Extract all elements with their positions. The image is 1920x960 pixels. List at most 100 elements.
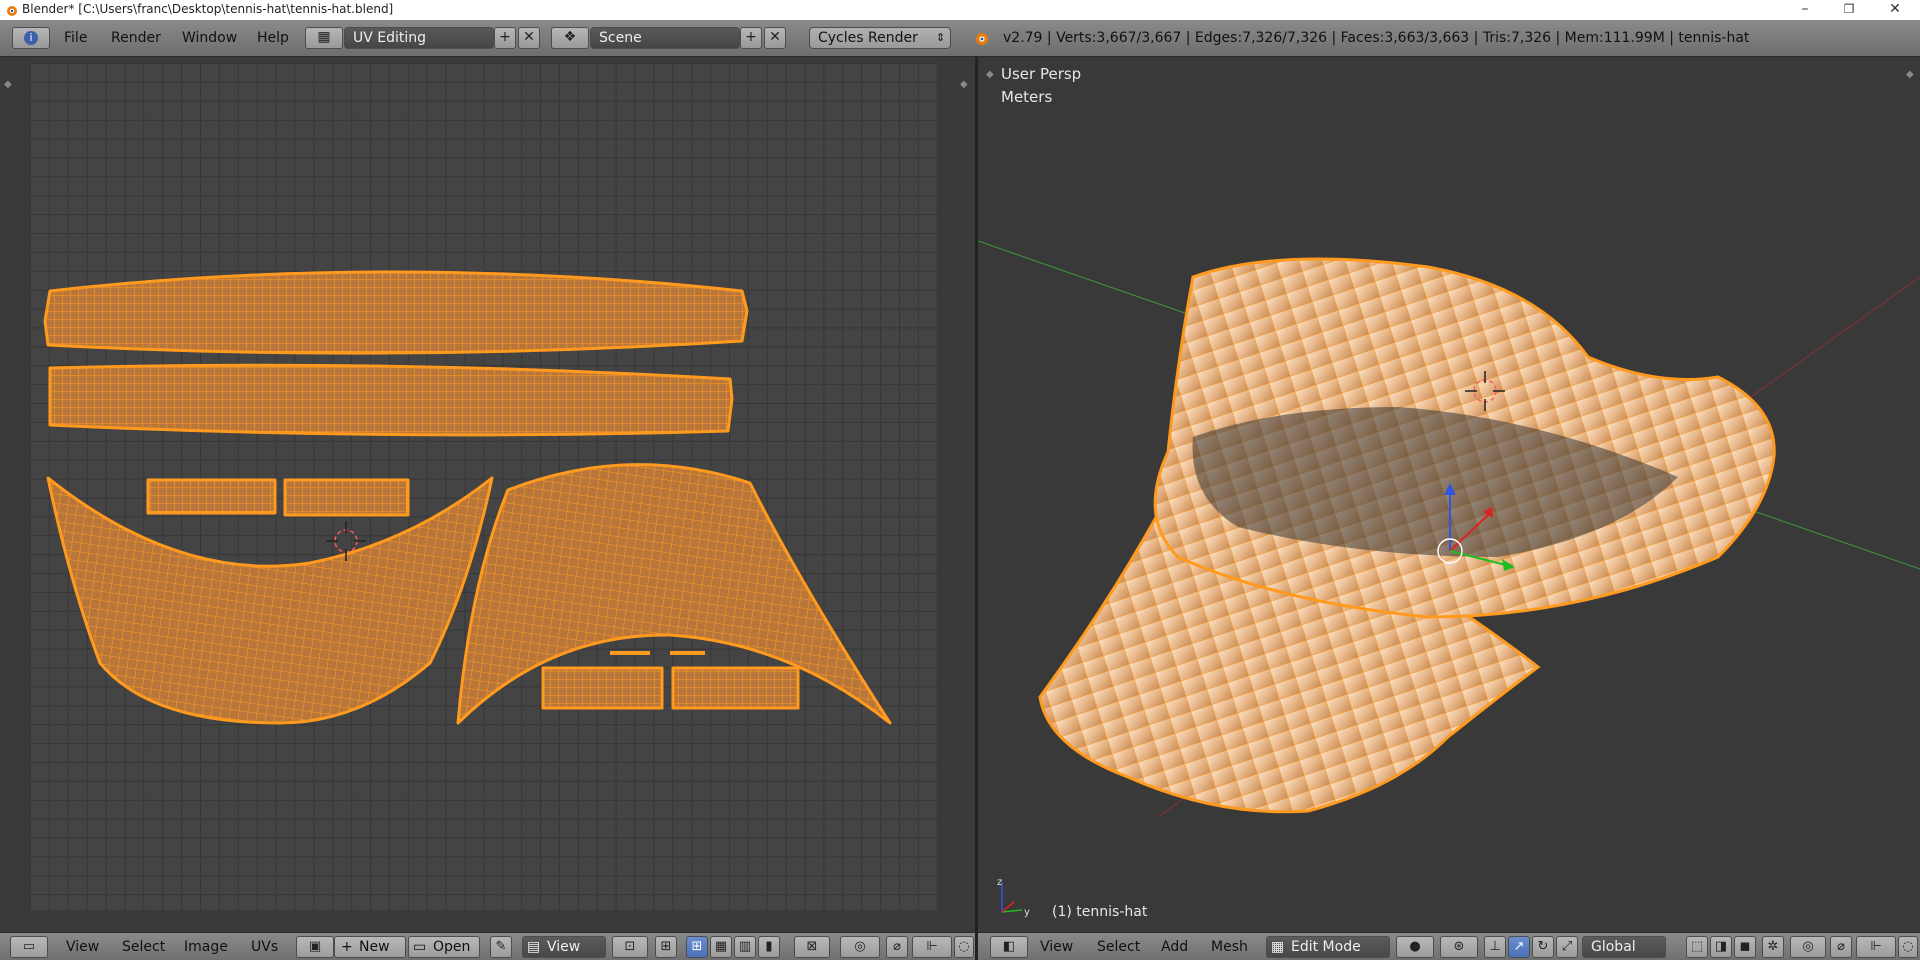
- face-select-icon[interactable]: ▥: [734, 936, 756, 958]
- screen-layout-name: UV Editing: [353, 30, 427, 46]
- render-preview-icon[interactable]: ◌: [1898, 936, 1918, 958]
- uv-island-small-c: [541, 666, 664, 710]
- pivot-icon[interactable]: ⊡: [612, 936, 648, 958]
- face-mode-icon[interactable]: ◼: [1734, 936, 1756, 958]
- sync-selection-icon[interactable]: ⊞: [655, 936, 677, 958]
- 3d-menu-mesh[interactable]: Mesh: [1211, 939, 1248, 955]
- uv-menu-uvs[interactable]: UVs: [251, 939, 278, 955]
- folder-icon: ▭: [413, 939, 427, 955]
- image-browse-button[interactable]: ▣: [296, 936, 334, 958]
- render-icon[interactable]: ◌: [954, 936, 974, 958]
- open-image-button[interactable]: ▭ Open: [408, 936, 480, 958]
- 3d-menu-select[interactable]: Select: [1097, 939, 1140, 955]
- vertex-mode-icon[interactable]: ⬚: [1686, 936, 1708, 958]
- minimize-button[interactable]: –: [1782, 0, 1828, 20]
- manipulator-toggle-icon[interactable]: ⊥: [1484, 936, 1506, 958]
- properties-toggle-icon[interactable]: ◆: [960, 79, 968, 90]
- 3d-menu-add[interactable]: Add: [1161, 939, 1188, 955]
- uv-grid[interactable]: [30, 63, 938, 910]
- uv-island-small-d: [671, 666, 800, 710]
- uv-island-small-b: [283, 478, 410, 517]
- orientation-dropdown[interactable]: Global: [1582, 936, 1666, 958]
- proportional-edit-icon[interactable]: ◎: [840, 936, 880, 958]
- edge-select-icon[interactable]: ▦: [710, 936, 732, 958]
- rotate-manipulator-icon[interactable]: ↻: [1532, 936, 1554, 958]
- editor-type-3d-button[interactable]: ◧: [990, 936, 1028, 958]
- scene-stats: v2.79 | Verts:3,667/3,667 | Edges:7,326/…: [1003, 30, 1750, 46]
- 3d-view-header: ◧ View Select Add Mesh ▦ Edit Mode ● ⊛ ⊥ …: [978, 932, 1920, 960]
- 3d-menu-view[interactable]: View: [1040, 939, 1073, 955]
- snap-element-icon[interactable]: ⊩: [1856, 936, 1896, 958]
- restore-button[interactable]: ❐: [1826, 0, 1872, 20]
- image-editor-icon: ▭: [22, 939, 36, 954]
- pin-icon[interactable]: ✎: [490, 936, 512, 958]
- vertex-select-icon[interactable]: ⊞: [686, 936, 708, 958]
- 3d-viewport[interactable]: ◆ ◆ User Persp Meters z y (1) tennis-hat: [978, 57, 1920, 926]
- proportional-edit-icon[interactable]: ◎: [1790, 936, 1826, 958]
- info-icon: i: [24, 31, 38, 45]
- object-label: (1) tennis-hat: [1052, 904, 1148, 920]
- menu-window[interactable]: Window: [182, 30, 237, 46]
- svg-text:z: z: [997, 877, 1002, 888]
- plus-icon: +: [499, 29, 511, 45]
- uv-menu-image[interactable]: Image: [184, 939, 228, 955]
- new-image-label: New: [359, 939, 390, 955]
- mode-dropdown[interactable]: ▦ Edit Mode: [1266, 936, 1390, 958]
- add-screen-button[interactable]: +: [494, 27, 516, 49]
- view-mode-label: View: [547, 939, 581, 955]
- limit-selection-icon[interactable]: ✲: [1762, 936, 1784, 958]
- new-image-button[interactable]: + New: [334, 936, 406, 958]
- snap-icon[interactable]: ⌀: [886, 936, 908, 958]
- edge-mode-icon[interactable]: ◨: [1710, 936, 1732, 958]
- scene-icon: ❖: [563, 29, 577, 45]
- uv-menu-view[interactable]: View: [66, 939, 99, 955]
- shading-icon[interactable]: ●: [1396, 936, 1434, 958]
- editor-type-info-button[interactable]: i: [12, 27, 50, 49]
- add-scene-button[interactable]: +: [740, 27, 762, 49]
- sticky-select-icon[interactable]: ⊠: [794, 936, 830, 958]
- scene-field[interactable]: Scene: [590, 27, 740, 49]
- snap-icon[interactable]: ⌀: [1830, 936, 1852, 958]
- close-icon: ✕: [523, 29, 535, 45]
- scale-manipulator-icon[interactable]: ⤢: [1556, 936, 1578, 958]
- image-icon: ▣: [308, 939, 322, 954]
- plus-icon: +: [341, 939, 353, 955]
- menu-render[interactable]: Render: [111, 30, 161, 46]
- uv-island-small-a: [146, 478, 277, 515]
- open-image-label: Open: [433, 939, 471, 955]
- info-header: i File Render Window Help ▦ UV Editing +…: [0, 20, 1920, 57]
- menu-help[interactable]: Help: [257, 30, 289, 46]
- chevron-updown-icon: ⇕: [936, 31, 946, 44]
- editor-type-uv-button[interactable]: ▭: [10, 936, 48, 958]
- edit-mode-icon: ▦: [1271, 939, 1285, 955]
- uv-editor-header: ▭ View Select Image UVs ▣ + New ▭ Open ✎ ▤…: [0, 932, 975, 960]
- view-mode-dropdown[interactable]: ▤ View: [522, 936, 606, 958]
- blender-logo-icon: [976, 33, 988, 45]
- render-engine-dropdown[interactable]: Cycles Render ⇕: [809, 27, 951, 49]
- orientation-label: Global: [1591, 939, 1636, 955]
- menu-file[interactable]: File: [64, 30, 87, 46]
- cube-icon: ◧: [1002, 939, 1016, 954]
- scene-browse-button[interactable]: ❖: [551, 27, 589, 49]
- delete-screen-button[interactable]: ✕: [518, 27, 540, 49]
- close-button[interactable]: ✕: [1872, 0, 1918, 20]
- plus-icon: +: [745, 29, 757, 45]
- screen-layout-browse-button[interactable]: ▦: [305, 27, 343, 49]
- window-title-bar: Blender* [C:\Users\franc\Desktop\tennis-…: [0, 0, 1920, 20]
- uv-menu-select[interactable]: Select: [122, 939, 165, 955]
- delete-scene-button[interactable]: ✕: [764, 27, 786, 49]
- pivot-point-icon[interactable]: ⊛: [1440, 936, 1478, 958]
- view-icon: ▤: [527, 939, 541, 955]
- screen-layout-icon: ▦: [317, 29, 331, 45]
- snap-target-icon[interactable]: ⊩: [912, 936, 952, 958]
- svg-text:y: y: [1024, 907, 1030, 918]
- mode-label: Edit Mode: [1291, 939, 1361, 955]
- island-select-icon[interactable]: ▮: [758, 936, 780, 958]
- translate-manipulator-icon[interactable]: ↗: [1508, 936, 1530, 958]
- view-axes-icon: z y: [997, 877, 1030, 918]
- toolshelf-toggle-icon[interactable]: ◆: [4, 79, 12, 90]
- window-title: Blender* [C:\Users\franc\Desktop\tennis-…: [22, 2, 394, 16]
- screen-layout-field[interactable]: UV Editing: [344, 27, 494, 49]
- uv-image-editor[interactable]: ◆ ◆: [0, 57, 975, 926]
- scene-name: Scene: [599, 30, 642, 46]
